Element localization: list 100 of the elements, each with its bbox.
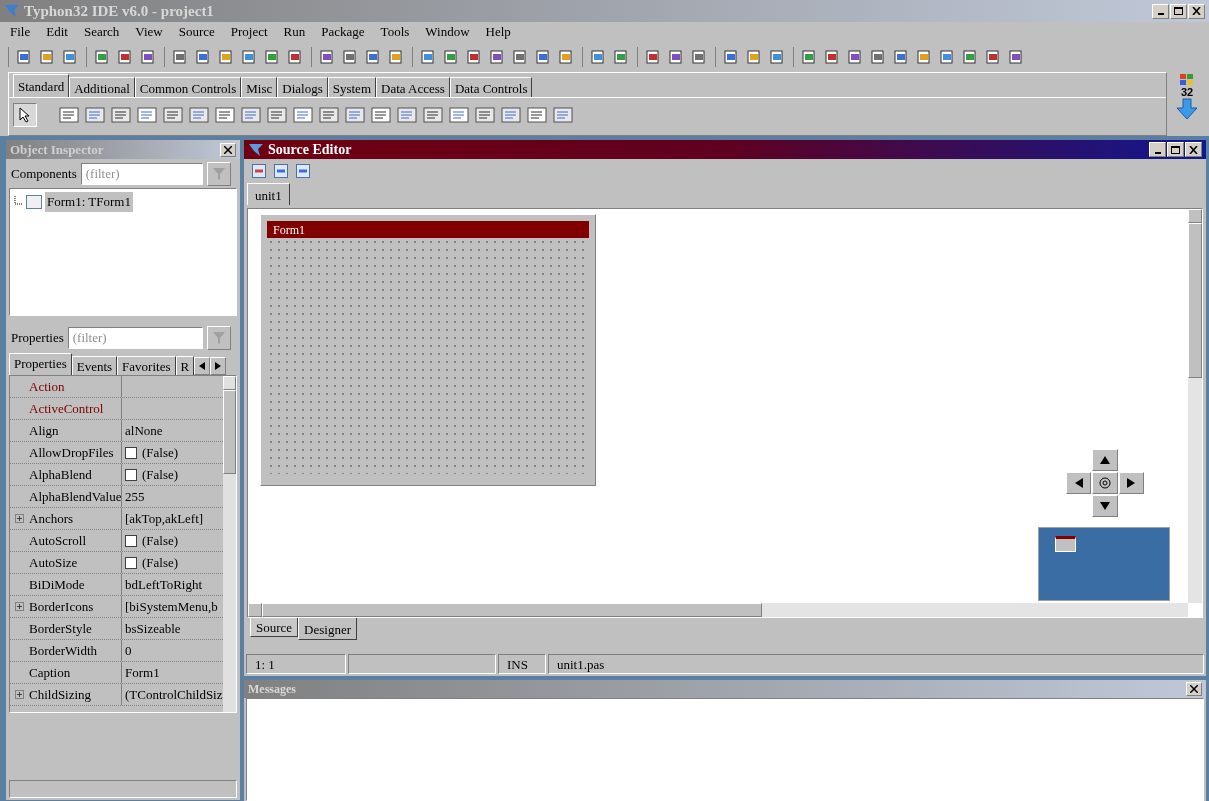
property-value[interactable]: Form1 <box>125 662 160 683</box>
window-title: Typhon32 IDE v6.0 - project1 <box>24 1 215 21</box>
app-logo-icon <box>248 142 264 157</box>
close-button[interactable] <box>1185 142 1202 157</box>
menu-item[interactable]: Source <box>178 22 215 42</box>
property-value[interactable]: bdLeftToRight <box>125 574 203 595</box>
palette-tab[interactable]: Dialogs <box>277 77 328 97</box>
properties-label: Properties <box>11 329 64 348</box>
menu-item[interactable]: View <box>135 22 163 42</box>
move-right-button[interactable] <box>1118 472 1144 494</box>
move-down-button[interactable] <box>1092 495 1118 517</box>
funnel-icon <box>211 331 226 345</box>
toolbar-icon[interactable] <box>272 162 290 180</box>
inspector-tab[interactable]: Properties <box>9 353 72 375</box>
property-value[interactable]: [akTop,akLeft] <box>125 508 204 529</box>
maximize-button[interactable] <box>1167 142 1184 157</box>
window-title: Source Editor <box>268 141 353 159</box>
property-name: Action <box>28 376 122 397</box>
status-panel: INS <box>498 654 546 674</box>
scroll-left-button[interactable] <box>194 357 211 375</box>
center-button[interactable] <box>1092 472 1118 494</box>
property-value[interactable]: (TControlChildSiz <box>125 684 223 705</box>
palette-tab[interactable]: Data Controls <box>449 77 533 97</box>
property-name: ChildSizing <box>28 684 122 705</box>
checkbox[interactable] <box>125 556 137 569</box>
windows-flag-icon <box>1180 74 1194 86</box>
close-icon <box>224 145 232 154</box>
close-button[interactable] <box>1188 3 1205 19</box>
palette-tab[interactable]: System <box>327 77 376 97</box>
down-triangle-icon <box>1100 502 1110 510</box>
menu-item[interactable]: Help <box>485 22 511 42</box>
palette-tab[interactable]: Common Controls <box>134 77 242 97</box>
property-value[interactable]: bsSizeable <box>125 618 181 639</box>
view-tab[interactable]: Designer <box>298 618 358 640</box>
inspector-tab[interactable]: Events <box>71 356 118 375</box>
toolbar-icon[interactable] <box>294 162 312 180</box>
property-value[interactable]: 0 <box>125 640 132 661</box>
plus-icon <box>16 692 22 697</box>
property-value[interactable]: (False) <box>142 464 179 485</box>
menu-item[interactable]: Window <box>425 22 470 42</box>
property-value[interactable]: 255 <box>125 486 145 507</box>
expand-icon[interactable] <box>14 602 24 611</box>
down-arrow-icon[interactable] <box>1176 98 1198 120</box>
vertical-scrollbar[interactable] <box>1188 209 1202 603</box>
form-icon <box>26 194 42 209</box>
checkbox[interactable] <box>125 468 137 481</box>
menu-item[interactable]: Project <box>230 22 268 42</box>
property-name: BorderIcons <box>28 596 122 617</box>
status-panel: 1: 1 <box>246 654 346 674</box>
palette-tab[interactable]: Standard <box>13 74 70 97</box>
minimize-button[interactable] <box>1149 142 1166 157</box>
property-value[interactable]: alNone <box>125 420 163 441</box>
close-button[interactable] <box>220 142 236 157</box>
expand-icon[interactable] <box>14 514 24 523</box>
menu-item[interactable]: File <box>10 22 31 42</box>
pointer-tool[interactable] <box>13 102 37 127</box>
tree-item[interactable]: Form1: TForm1 <box>45 192 133 212</box>
toolbar-icon[interactable] <box>250 162 268 180</box>
cursor-arrow-icon <box>19 106 31 123</box>
property-value[interactable]: (False) <box>142 442 179 463</box>
checkbox[interactable] <box>125 534 137 547</box>
property-value[interactable]: (False) <box>142 530 179 551</box>
clear-filter-button[interactable] <box>206 326 231 350</box>
menu-item[interactable]: Run <box>283 22 306 42</box>
menu-item[interactable]: Search <box>83 22 120 42</box>
property-value[interactable]: (False) <box>142 552 179 573</box>
scroll-right-button[interactable] <box>210 357 227 375</box>
menu-item[interactable]: Package <box>321 22 365 42</box>
close-button[interactable] <box>1186 682 1202 696</box>
palette-tab[interactable]: Data Access <box>376 77 450 97</box>
property-value[interactable]: [biSystemMenu,b <box>125 596 218 617</box>
menu-item[interactable]: Tools <box>380 22 410 42</box>
palette-tab[interactable]: Misc <box>241 77 278 97</box>
palette-tab[interactable]: Additional <box>69 77 135 97</box>
checkbox[interactable] <box>125 446 137 459</box>
horizontal-scrollbar[interactable] <box>248 603 1188 617</box>
plus-icon <box>16 516 22 521</box>
view-tab[interactable]: Source <box>250 618 299 637</box>
property-name: BorderWidth <box>28 640 122 661</box>
property-name: AlphaBlend <box>28 464 122 485</box>
menu-item[interactable]: Edit <box>46 22 68 42</box>
filter-field[interactable]: (filter) <box>80 163 203 185</box>
clear-filter-button[interactable] <box>206 162 231 186</box>
expand-icon[interactable] <box>14 690 24 699</box>
filter-field[interactable]: (filter) <box>67 327 203 349</box>
panel-title: Messages <box>248 681 296 698</box>
maximize-button[interactable] <box>1170 3 1187 19</box>
property-name: ActiveControl <box>28 398 122 419</box>
right-triangle-icon <box>215 362 222 370</box>
vertical-scrollbar[interactable] <box>222 376 236 712</box>
editor-tab[interactable]: unit1 <box>247 183 290 205</box>
minimize-button[interactable] <box>1152 3 1169 19</box>
form-overview-map[interactable] <box>1038 527 1170 601</box>
target-icon <box>1099 477 1111 489</box>
property-name: Align <box>28 420 122 441</box>
left-triangle-icon <box>1074 478 1083 488</box>
move-left-button[interactable] <box>1066 472 1092 494</box>
tree-connector-icon <box>13 195 23 208</box>
move-up-button[interactable] <box>1092 449 1118 471</box>
inspector-tab[interactable]: Favorites <box>117 356 176 375</box>
